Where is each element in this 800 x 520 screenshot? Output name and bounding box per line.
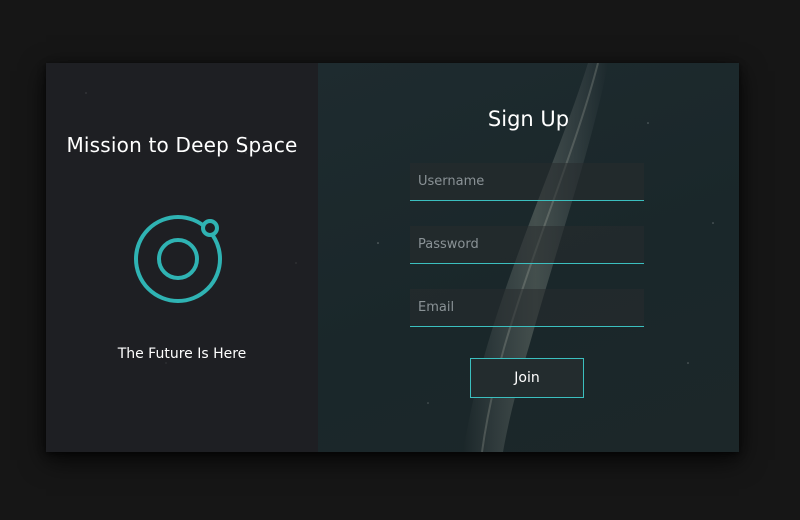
signup-card: Mission to Deep Space The Future Is Here — [46, 63, 739, 452]
brand-title: Mission to Deep Space — [66, 133, 298, 157]
brand-tagline: The Future Is Here — [117, 346, 247, 362]
signup-panel: Sign Up Join — [318, 63, 739, 452]
brand-panel: Mission to Deep Space The Future Is Here — [46, 63, 318, 452]
join-button[interactable]: Join — [470, 358, 584, 398]
password-field[interactable] — [410, 226, 644, 264]
email-field[interactable] — [410, 289, 644, 327]
signup-title: Sign Up — [487, 107, 570, 131]
username-field[interactable] — [410, 163, 644, 201]
orbit-ring-icon — [134, 215, 222, 303]
